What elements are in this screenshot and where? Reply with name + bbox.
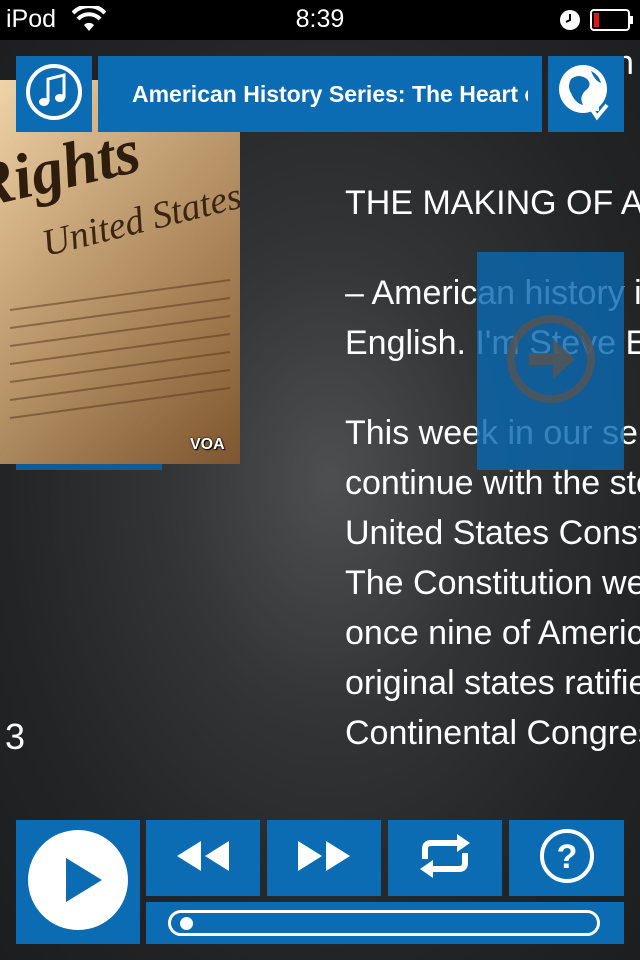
article-line: United States Constitution. (345, 514, 640, 552)
status-time: 8:39 (295, 5, 345, 33)
music-library-button[interactable] (16, 56, 92, 132)
article-line: once nine of America's thirteen (345, 614, 640, 652)
play-icon (26, 828, 130, 937)
article-line: THE MAKING OF A NATION (345, 184, 640, 222)
fast-forward-button[interactable] (267, 820, 381, 896)
download-button[interactable] (548, 56, 624, 132)
help-button[interactable]: ? (509, 820, 624, 896)
page-number: 3 (5, 716, 26, 757)
music-note-icon (24, 62, 84, 127)
battery-icon (590, 9, 634, 36)
progress-knob[interactable] (180, 917, 194, 930)
article-paragraph: THE MAKING OF A NATION (345, 178, 640, 228)
progress-panel (146, 902, 624, 944)
next-page-button[interactable] (477, 252, 624, 470)
globe-download-icon (553, 59, 619, 130)
article-line: original states ratified it. The (345, 664, 640, 702)
voa-watermark: VOA (190, 436, 225, 453)
repeat-icon (415, 831, 475, 886)
svg-text:?: ? (556, 838, 577, 876)
alarm-clock-icon (559, 9, 581, 36)
article-line: Continental Congress (345, 714, 640, 752)
rewind-button[interactable] (146, 820, 260, 896)
album-art: Rights United States VOA (0, 80, 240, 464)
help-icon: ? (538, 827, 596, 890)
fast-forward-icon (294, 839, 354, 878)
arrow-right-circle-icon (501, 309, 601, 414)
article-line: The Constitution went into effect (345, 564, 640, 602)
play-button[interactable] (16, 820, 140, 944)
repeat-button[interactable] (388, 820, 502, 896)
app-screen: iPod 8:39 nwelcome toTHE MAKING OF A NAT… (0, 0, 640, 960)
status-bar: iPod 8:39 (0, 0, 640, 40)
episode-title-bar[interactable]: American History Series: The Heart of th… (98, 56, 542, 132)
album-art-underline (16, 464, 162, 470)
progress-slider[interactable] (168, 910, 600, 936)
rewind-icon (173, 839, 233, 878)
episode-title: American History Series: The Heart of th… (132, 81, 528, 107)
